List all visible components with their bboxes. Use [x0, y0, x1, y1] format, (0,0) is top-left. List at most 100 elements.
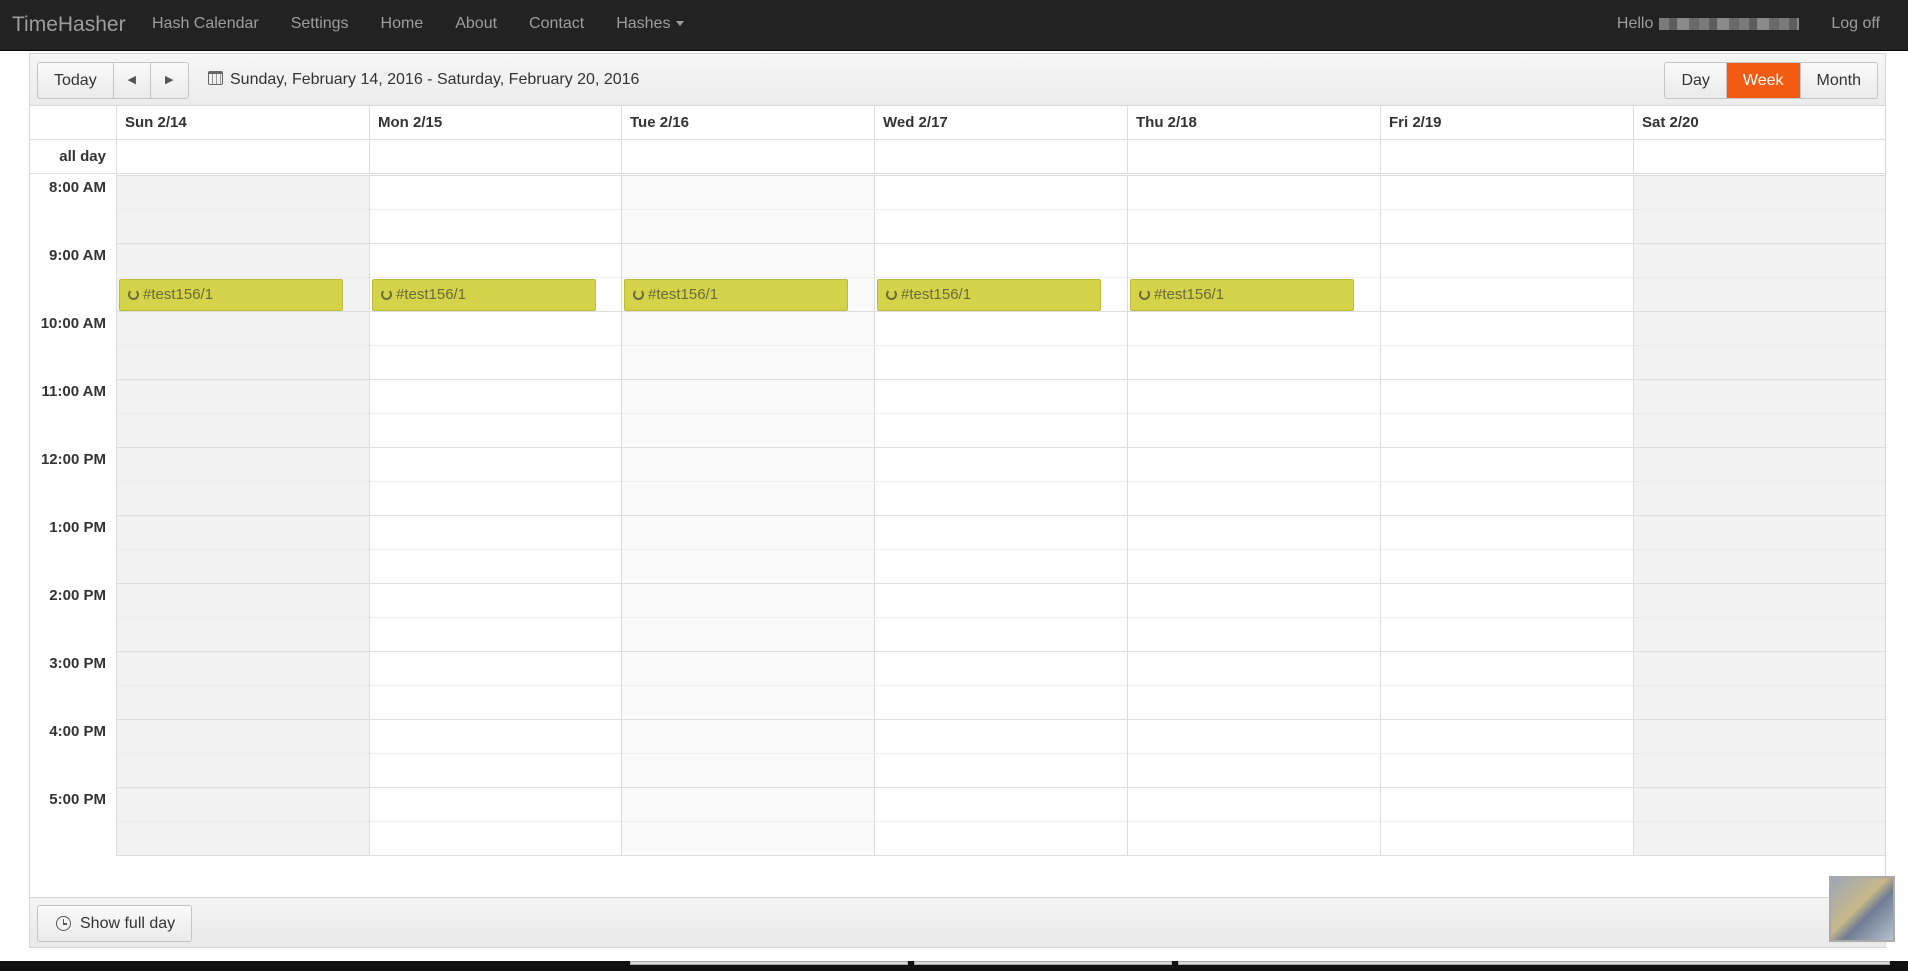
view-switcher: Day Week Month	[1664, 62, 1878, 99]
calendar-footer: Show full day	[30, 897, 1885, 947]
calendar-event[interactable]: #test156/1	[119, 279, 343, 311]
time-label: 4:00 PM	[49, 723, 106, 740]
nav-settings[interactable]: Settings	[275, 0, 365, 51]
repeat-icon	[1139, 289, 1150, 300]
calendar-icon	[208, 71, 223, 85]
event-title: #test156/1	[143, 286, 214, 303]
view-day-button[interactable]: Day	[1665, 63, 1727, 98]
all-day-cell[interactable]	[621, 140, 874, 174]
grid-bottom-border	[116, 855, 1885, 856]
main-nav: Hash Calendar Settings Home About Contac…	[136, 0, 700, 51]
event-title: #test156/1	[648, 286, 719, 303]
bottom-tab[interactable]	[630, 961, 908, 965]
date-nav-group: Today ◀ ▶	[37, 62, 189, 99]
calendar-event[interactable]: #test156/1	[372, 279, 596, 311]
half-hour-line	[116, 209, 1885, 210]
next-button[interactable]: ▶	[151, 63, 188, 98]
clock-icon	[56, 916, 71, 931]
half-hour-line	[116, 549, 1885, 550]
half-hour-line	[116, 753, 1885, 754]
caret-down-icon	[676, 21, 685, 27]
day-header-tue[interactable]: Tue 2/16	[621, 106, 874, 140]
hour-line	[116, 311, 1885, 312]
half-hour-line	[116, 413, 1885, 414]
event-title: #test156/1	[1154, 286, 1225, 303]
nav-contact[interactable]: Contact	[513, 0, 600, 51]
brand-logo[interactable]: TimeHasher	[12, 0, 126, 51]
half-hour-line	[116, 481, 1885, 482]
day-header-thu[interactable]: Thu 2/18	[1127, 106, 1380, 140]
nav-home[interactable]: Home	[365, 0, 440, 51]
hour-line	[116, 447, 1885, 448]
bottom-tab[interactable]	[914, 961, 1172, 965]
hour-line	[116, 379, 1885, 380]
day-header-mon[interactable]: Mon 2/15	[369, 106, 621, 140]
time-label: 12:00 PM	[40, 451, 106, 468]
repeat-icon	[128, 289, 139, 300]
show-full-day-button[interactable]: Show full day	[37, 905, 193, 942]
hello-label: Hello	[1616, 15, 1654, 32]
calendar-event[interactable]: #test156/1	[877, 279, 1101, 311]
calendar-toolbar: Today ◀ ▶ Sunday, February 14, 2016 - Sa…	[30, 54, 1885, 106]
hour-line	[116, 651, 1885, 652]
hour-line	[116, 243, 1885, 244]
day-header-wed[interactable]: Wed 2/17	[874, 106, 1127, 140]
all-day-cell[interactable]	[116, 140, 369, 174]
time-axis: 8:00 AM 9:00 AM 10:00 AM 11:00 AM 12:00 PM 1:…	[30, 175, 116, 855]
top-navbar: TimeHasher Hash Calendar Settings Home A…	[0, 0, 1908, 51]
half-hour-line	[116, 821, 1885, 822]
all-day-cell[interactable]	[1127, 140, 1380, 174]
repeat-icon	[633, 289, 644, 300]
bottom-tab[interactable]	[1178, 961, 1890, 965]
time-label: 2:00 PM	[49, 587, 106, 604]
all-day-cell[interactable]	[1633, 140, 1885, 174]
nav-hash-calendar[interactable]: Hash Calendar	[136, 0, 275, 51]
prev-button[interactable]: ◀	[114, 63, 151, 98]
hour-line	[116, 787, 1885, 788]
half-hour-line	[116, 345, 1885, 346]
all-day-cell[interactable]	[1380, 140, 1633, 174]
day-header-sun[interactable]: Sun 2/14	[116, 106, 369, 140]
event-title: #test156/1	[901, 286, 972, 303]
time-label: 8:00 AM	[49, 179, 106, 196]
user-nav: Hello Log off	[1601, 0, 1896, 51]
view-week-button[interactable]: Week	[1726, 63, 1801, 98]
day-header-fri[interactable]: Fri 2/19	[1380, 106, 1633, 140]
time-label: 9:00 AM	[49, 247, 106, 264]
view-month-button[interactable]: Month	[1801, 63, 1877, 98]
hour-line	[116, 175, 1885, 176]
day-header-sat[interactable]: Sat 2/20	[1633, 106, 1885, 140]
all-day-label: all day	[59, 148, 106, 165]
half-hour-line	[116, 685, 1885, 686]
today-button[interactable]: Today	[38, 63, 114, 98]
half-hour-line	[116, 277, 1885, 278]
day-header-row: Sun 2/14 Mon 2/15 Tue 2/16 Wed 2/17 Thu …	[30, 106, 1885, 140]
all-day-cell[interactable]	[874, 140, 1127, 174]
logoff-link[interactable]: Log off	[1815, 0, 1896, 51]
calendar: Today ◀ ▶ Sunday, February 14, 2016 - Sa…	[29, 53, 1886, 948]
nav-hashes-dropdown[interactable]: Hashes	[600, 0, 700, 51]
redacted-username	[1659, 17, 1800, 30]
nav-hashes-label: Hashes	[616, 15, 671, 32]
time-label: 10:00 AM	[40, 315, 106, 332]
calendar-event[interactable]: #test156/1	[624, 279, 848, 311]
all-day-cell[interactable]	[369, 140, 621, 174]
all-day-row: all day	[30, 140, 1885, 174]
date-range: Sunday, February 14, 2016 - Saturday, Fe…	[208, 54, 639, 106]
calendar-event[interactable]: #test156/1	[1130, 279, 1354, 311]
nav-about[interactable]: About	[439, 0, 513, 51]
show-full-day-label: Show full day	[80, 915, 176, 932]
time-label: 3:00 PM	[49, 655, 106, 672]
thumbnail-preview[interactable]	[1829, 876, 1895, 942]
hour-line	[116, 515, 1885, 516]
repeat-icon	[886, 289, 897, 300]
hour-line	[116, 583, 1885, 584]
repeat-icon	[381, 289, 392, 300]
date-range-text: Sunday, February 14, 2016 - Saturday, Fe…	[230, 71, 640, 88]
time-label: 11:00 AM	[41, 383, 106, 400]
half-hour-line	[116, 617, 1885, 618]
hour-line	[116, 719, 1885, 720]
time-label: 5:00 PM	[49, 791, 106, 808]
time-grid: 8:00 AM 9:00 AM 10:00 AM 11:00 AM 12:00 PM 1:…	[30, 175, 1885, 856]
hello-user-link[interactable]: Hello	[1601, 0, 1815, 51]
